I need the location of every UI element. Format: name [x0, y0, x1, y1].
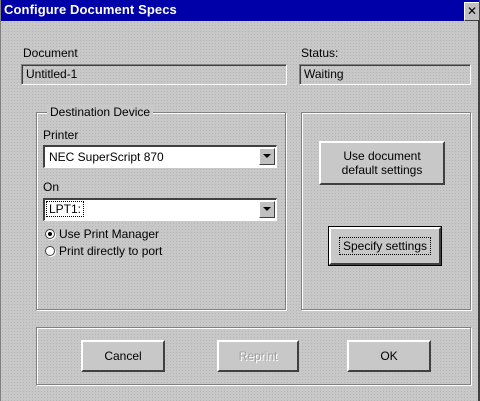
document-name-field: Untitled-1	[21, 64, 287, 85]
window-title: Configure Document Specs	[4, 2, 177, 17]
specify-settings-button[interactable]: Specify settings	[328, 226, 442, 266]
radio-button-unchecked[interactable]	[45, 246, 55, 256]
button-label-line2: default settings	[341, 163, 423, 177]
chevron-down-icon[interactable]	[259, 148, 275, 165]
cancel-button[interactable]: Cancel	[81, 340, 165, 372]
reprint-button[interactable]: Reprint	[217, 340, 299, 372]
printer-select-value: NEC SuperScript 870	[49, 150, 164, 164]
button-label-line1: Use document	[343, 149, 421, 163]
status-label: Status:	[301, 46, 339, 60]
port-select-value: LPT1:	[45, 201, 85, 217]
printer-select[interactable]: NEC SuperScript 870	[43, 145, 277, 168]
document-label: Document	[23, 46, 78, 60]
close-icon[interactable]: ✕	[464, 2, 479, 21]
ok-label: OK	[380, 349, 398, 363]
cancel-label: Cancel	[104, 349, 142, 363]
use-document-default-settings-button[interactable]: Use document default settings	[319, 141, 445, 185]
on-label: On	[43, 180, 60, 194]
specify-settings-label: Specify settings	[338, 237, 432, 255]
configure-document-specs-dialog: Configure Document Specs ✕ Document Unti…	[0, 0, 480, 401]
destination-device-legend: Destination Device	[47, 105, 154, 119]
status-field: Waiting	[299, 64, 471, 85]
ok-button[interactable]: OK	[347, 340, 431, 372]
printer-label: Printer	[43, 128, 79, 142]
radio-label: Print directly to port	[59, 244, 163, 258]
port-select[interactable]: LPT1:	[43, 198, 277, 221]
chevron-down-icon[interactable]	[259, 201, 275, 218]
radio-button-checked[interactable]	[45, 229, 55, 239]
title-bar[interactable]: Configure Document Specs ✕	[1, 0, 479, 21]
radio-label: Use Print Manager	[59, 227, 160, 241]
reprint-label: Reprint	[238, 349, 278, 363]
